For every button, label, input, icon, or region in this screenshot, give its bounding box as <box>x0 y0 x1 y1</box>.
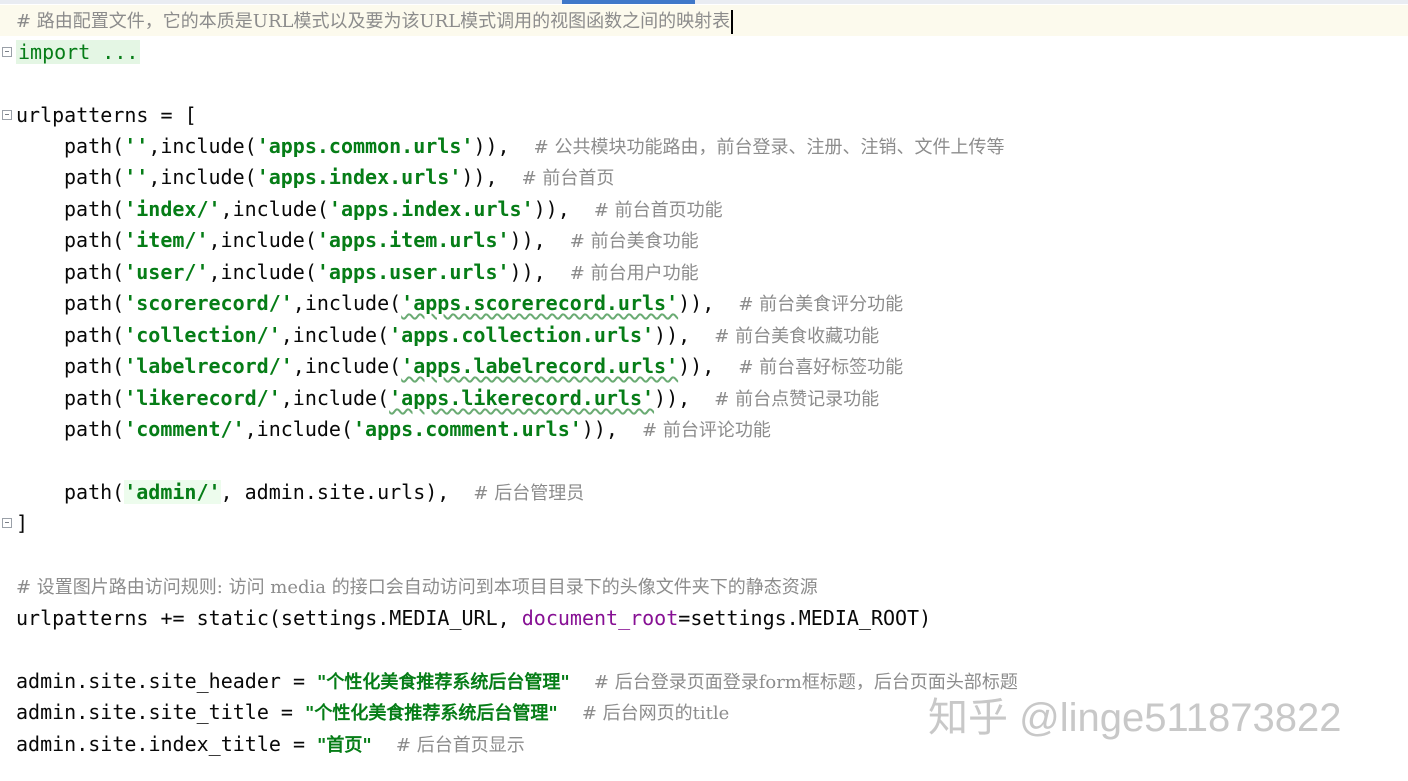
route-module: 'apps.user.urls' <box>316 260 510 284</box>
route-line[interactable]: path('likerecord/',include('apps.likerec… <box>64 383 879 414</box>
route-line[interactable]: path('user/',include('apps.user.urls')),… <box>64 257 699 288</box>
editor-gutter <box>0 0 15 781</box>
route-module: 'apps.comment.urls' <box>353 417 582 441</box>
route-module: 'apps.likerecord.urls' <box>389 386 655 410</box>
text-caret <box>731 9 734 34</box>
route-line[interactable]: path('',include('apps.common.urls')), # … <box>64 131 1004 162</box>
route-prefix: 'admin/' <box>124 480 221 504</box>
route-comment: # 后台管理员 <box>473 483 585 504</box>
code-line-2[interactable]: import ... <box>16 37 141 68</box>
route-comment: # 前台点赞记录功能 <box>714 389 880 410</box>
zhihu-watermark: 知乎 @linge511873822 <box>928 696 1342 740</box>
route-comment: # 前台美食功能 <box>569 231 699 252</box>
site-title-line[interactable]: admin.site.site_title = "个性化美食推荐系统后台管理" … <box>16 697 729 728</box>
route-module: 'apps.item.urls' <box>316 228 510 252</box>
route-prefix: 'likerecord/' <box>124 386 281 410</box>
assign-target: admin.site.site_title = <box>16 700 305 724</box>
static-code-end: =settings.MEDIA_ROOT) <box>678 606 932 630</box>
string-value: "首页" <box>317 735 372 756</box>
route-line[interactable]: path('comment/',include('apps.comment.ur… <box>64 414 771 445</box>
comment: # 设置图片路由访问规则: 访问 media 的接口会自动访问到本项目目录下的头… <box>16 577 818 598</box>
fold-collapse-icon[interactable] <box>2 110 12 120</box>
route-prefix: 'labelrecord/' <box>124 354 293 378</box>
route-prefix: '' <box>124 134 149 158</box>
comment: # 后台网页的title <box>581 703 730 724</box>
site-header-line[interactable]: admin.site.site_header = "个性化美食推荐系统后台管理"… <box>16 666 1018 697</box>
active-tab-indicator <box>562 0 695 4</box>
urlpatterns-open: urlpatterns = [ <box>16 103 197 127</box>
route-line[interactable]: path('',include('apps.index.urls')), # 前… <box>64 162 614 193</box>
route-line[interactable]: path('collection/',include('apps.collect… <box>64 320 879 351</box>
route-comment: # 前台首页功能 <box>593 200 723 221</box>
route-comment: # 前台首页 <box>521 168 615 189</box>
route-comment: # 公共模块功能路由，前台登录、注册、注销、文件上传等 <box>533 137 1005 158</box>
code-editor[interactable]: # 路由配置文件，它的本质是URL模式以及要为该URL模式调用的视图函数之间的映… <box>0 0 1408 781</box>
route-comment: # 前台用户功能 <box>569 263 699 284</box>
string-value: "个性化美食推荐系统后台管理" <box>317 672 570 693</box>
string-value: "个性化美食推荐系统后台管理" <box>304 703 558 724</box>
route-prefix: 'comment/' <box>124 417 245 441</box>
route-prefix: 'index/' <box>124 197 221 221</box>
folded-import[interactable]: import ... <box>16 40 141 64</box>
comment: # 路由配置文件，它的本质是URL模式以及要为该URL模式调用的视图函数之间的映… <box>16 11 731 32</box>
route-module: 'apps.common.urls' <box>256 134 474 158</box>
assign-target: admin.site.site_header = <box>16 669 318 693</box>
route-comment: # 前台评论功能 <box>642 420 771 441</box>
route-line[interactable]: path('item/',include('apps.item.urls')),… <box>64 225 699 256</box>
editor-top-strip <box>0 0 1408 4</box>
static-code-start: urlpatterns += static(settings.MEDIA_URL… <box>16 606 522 630</box>
comment: # 后台登录页面登录form框标题，后台页面头部标题 <box>593 672 1018 693</box>
route-prefix: 'item/' <box>124 228 209 252</box>
keyword-param: document_root <box>521 606 679 630</box>
route-module: 'apps.index.urls' <box>328 197 534 221</box>
fold-expand-icon[interactable] <box>2 47 12 57</box>
route-target: admin.site.urls <box>232 480 426 504</box>
route-prefix: 'collection/' <box>124 323 281 347</box>
route-prefix: 'scorerecord/' <box>124 291 293 315</box>
route-line[interactable]: path('labelrecord/',include('apps.labelr… <box>64 351 903 382</box>
assign-target: admin.site.index_title = <box>16 732 318 756</box>
route-comment: # 前台美食评分功能 <box>738 294 904 315</box>
route-prefix: '' <box>124 165 149 189</box>
comment: # 后台首页显示 <box>395 735 525 756</box>
static-comment-line[interactable]: # 设置图片路由访问规则: 访问 media 的接口会自动访问到本项目目录下的头… <box>16 571 818 602</box>
route-module: 'apps.labelrecord.urls' <box>401 354 679 378</box>
code-line-close[interactable]: ] <box>16 508 28 539</box>
route-comment: # 前台喜好标签功能 <box>738 357 904 378</box>
code-line-1[interactable]: # 路由配置文件，它的本质是URL模式以及要为该URL模式调用的视图函数之间的映… <box>16 5 734 36</box>
static-line[interactable]: urlpatterns += static(settings.MEDIA_URL… <box>16 603 931 634</box>
route-line[interactable]: path('index/',include('apps.index.urls')… <box>64 194 723 225</box>
route-line[interactable]: path('scorerecord/',include('apps.scorer… <box>64 288 903 319</box>
code-line-urlpatterns[interactable]: urlpatterns = [ <box>16 100 197 131</box>
index-title-line[interactable]: admin.site.index_title = "首页" # 后台首页显示 <box>16 729 525 760</box>
route-module: 'apps.collection.urls' <box>389 323 655 347</box>
urlpatterns-close: ] <box>16 511 29 535</box>
admin-route-line[interactable]: path('admin/', admin.site.urls), # 后台管理员 <box>64 477 584 508</box>
route-module: 'apps.index.urls' <box>256 165 462 189</box>
route-comment: # 前台美食收藏功能 <box>714 326 880 347</box>
fold-end-icon[interactable] <box>2 518 12 528</box>
route-prefix: 'user/' <box>124 260 209 284</box>
route-module: 'apps.scorerecord.urls' <box>401 291 679 315</box>
